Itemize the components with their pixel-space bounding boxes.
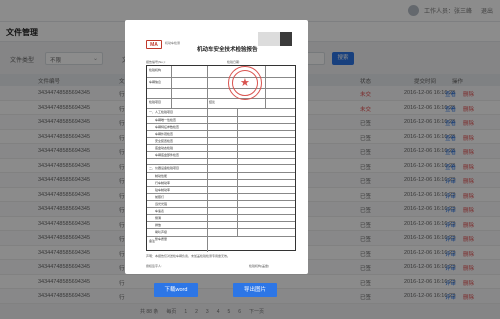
inspection-item: 车辆唯一性检查 [155, 118, 177, 122]
report-number: 报告编号(No.): [146, 60, 166, 64]
grid-line [147, 116, 295, 117]
report-grid: 检验机构 车辆信息 检验项目 结论 一、人工检验项目 二、仪器设备检验项目 备注… [146, 65, 296, 252]
section-manual: 一、人工检验项目 [149, 110, 174, 114]
star-icon: ★ [240, 77, 250, 89]
signer-label: 授权签字人: [146, 264, 162, 268]
instrument-item: 喇叭声级 [155, 230, 168, 234]
grid-line [147, 108, 295, 109]
export-image-button[interactable]: 导出图片 [233, 283, 277, 297]
cell-org: 检验机构 [149, 68, 162, 72]
report-preview-modal: MA 机动车检测 机动车安全技术检验报告 报告编号(No.): 检验日期: 检验… [125, 20, 308, 274]
grid-line [147, 123, 295, 124]
grid-line [147, 236, 295, 237]
grid-line [207, 66, 208, 252]
instrument-item: 行车制动率 [155, 181, 171, 185]
grid-line [147, 88, 295, 89]
official-seal: ★ [228, 66, 262, 100]
inspection-item: 底盘动态检验 [155, 146, 174, 150]
grid-line [147, 164, 295, 165]
cell-vehicle: 车辆信息 [149, 80, 162, 84]
instrument-item: 车速表 [155, 209, 165, 213]
grid-line [147, 200, 295, 201]
grid-line [265, 66, 266, 108]
grid-line [147, 221, 295, 222]
inspection-item: 车辆外观检查 [155, 132, 174, 136]
grid-line [147, 193, 295, 194]
grid-line [147, 179, 295, 180]
cell-items: 检验项目 [149, 100, 162, 104]
instrument-item: 远光光强 [155, 202, 168, 206]
inspection-item: 车辆特征参数检查 [155, 125, 180, 129]
report-title: 机动车安全技术检验报告 [197, 47, 258, 53]
grid-line [147, 228, 295, 229]
grid-line [237, 108, 238, 236]
grid-line [147, 151, 295, 152]
grid-line [147, 137, 295, 138]
instrument-item: 制动性能 [155, 174, 168, 178]
grid-line [147, 98, 295, 99]
download-word-button[interactable]: 下载word [154, 283, 198, 297]
instrument-item: 侧滑 [155, 216, 162, 220]
qr-code [280, 32, 292, 46]
cell-conclusion: 结论 [209, 100, 216, 104]
grid-line [147, 172, 295, 173]
report-footnote: 声明：本报告仅对送检车辆负责，未加盖检验检测专用章无效。 [146, 254, 231, 258]
grid-line [147, 207, 295, 208]
grid-line [171, 66, 172, 108]
seal-label: 检验机构(盖章) [249, 264, 269, 268]
grid-line [147, 186, 295, 187]
grid-line [147, 144, 295, 145]
section-instrument: 二、仪器设备检验项目 [149, 166, 180, 170]
inspection-item: 安全装置检查 [155, 139, 174, 143]
qr-placeholder [258, 32, 280, 46]
instrument-item: 排放 [155, 223, 162, 227]
inspection-item: 车辆底盘部件检查 [155, 153, 180, 157]
instrument-item: 驻车制动率 [155, 188, 171, 192]
grid-line [147, 130, 295, 131]
grid-line [147, 77, 295, 78]
instrument-item: 整车质量 [155, 237, 168, 241]
instrument-item: 前照灯 [155, 195, 165, 199]
grid-line [147, 158, 295, 159]
grid-line [147, 214, 295, 215]
cma-logo: MA [146, 40, 162, 49]
logo-subtitle: 机动车检测 [165, 41, 181, 45]
report-date: 检验日期: [227, 60, 240, 64]
